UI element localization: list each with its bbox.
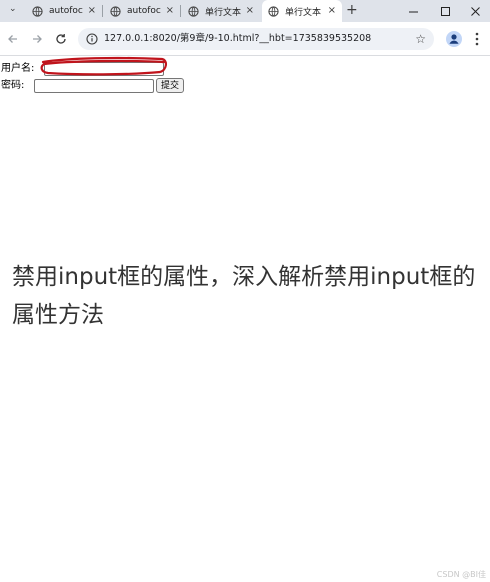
- tab-autofocus-2[interactable]: autofoc ×: [104, 0, 181, 22]
- globe-icon: [188, 5, 199, 17]
- username-row: 用户名:: [1, 61, 181, 77]
- address-url[interactable]: 127.0.0.1:8020/第9章/9-10.html?__hbt=17358…: [104, 32, 371, 46]
- password-input[interactable]: [34, 79, 154, 93]
- article-caption: 禁用input框的属性，深入解析禁用input框的属性方法: [12, 264, 476, 328]
- tab-title: 单行文本: [285, 7, 322, 18]
- browser-toolbar: 127.0.0.1:8020/第9章/9-10.html?__hbt=17358…: [0, 22, 490, 56]
- maximize-button[interactable]: [430, 0, 460, 22]
- username-label: 用户名:: [1, 63, 35, 74]
- kebab-menu-icon[interactable]: [474, 31, 480, 47]
- forward-arrow-icon: [33, 35, 42, 43]
- tab-close-icon[interactable]: ×: [246, 5, 254, 16]
- address-bar[interactable]: 127.0.0.1:8020/第9章/9-10.html?__hbt=17358…: [78, 28, 434, 50]
- new-tab-button[interactable]: +: [346, 2, 358, 18]
- username-input[interactable]: [44, 62, 164, 76]
- site-info-icon[interactable]: [86, 33, 98, 45]
- tab-close-icon[interactable]: ×: [166, 5, 174, 16]
- back-arrow-icon: [8, 35, 17, 43]
- tab-separator: [102, 5, 103, 17]
- profile-button[interactable]: [446, 31, 462, 47]
- tab-close-icon[interactable]: ×: [88, 5, 96, 16]
- globe-icon: [110, 5, 121, 17]
- profile-icon: [449, 34, 459, 44]
- password-label: 密码:: [1, 80, 25, 91]
- globe-icon: [32, 5, 43, 17]
- submit-button[interactable]: 提交: [156, 78, 185, 93]
- minimize-button[interactable]: [398, 0, 428, 22]
- tab-strip: ⌄ autofoc × autofoc × 单行文本 × 单行文本 × +: [0, 0, 490, 22]
- tab-close-icon[interactable]: ×: [328, 5, 336, 16]
- tab-separator: [180, 5, 181, 17]
- forward-button[interactable]: [28, 30, 46, 48]
- reload-icon: [56, 34, 66, 44]
- password-row: 密码: 提交: [1, 78, 201, 94]
- back-button[interactable]: [4, 30, 22, 48]
- tab-title: autofoc: [127, 6, 161, 16]
- reload-button[interactable]: [52, 30, 70, 48]
- star-icon[interactable]: ☆: [415, 32, 426, 46]
- maximize-icon: [440, 6, 450, 16]
- close-window-button[interactable]: [460, 0, 490, 22]
- minimize-icon: [408, 11, 418, 12]
- watermark: CSDN @BI佳: [436, 570, 486, 579]
- tab-autofocus-1[interactable]: autofoc ×: [26, 0, 103, 22]
- tab-title: 单行文本: [205, 7, 242, 18]
- tab-single-line-text-1[interactable]: 单行文本 ×: [182, 0, 260, 22]
- tab-title: autofoc: [49, 6, 83, 16]
- close-icon: [470, 6, 480, 16]
- tab-search-chevron-icon[interactable]: ⌄: [9, 4, 17, 14]
- tab-single-line-text-active[interactable]: 单行文本 ×: [262, 0, 342, 22]
- globe-icon: [268, 5, 279, 17]
